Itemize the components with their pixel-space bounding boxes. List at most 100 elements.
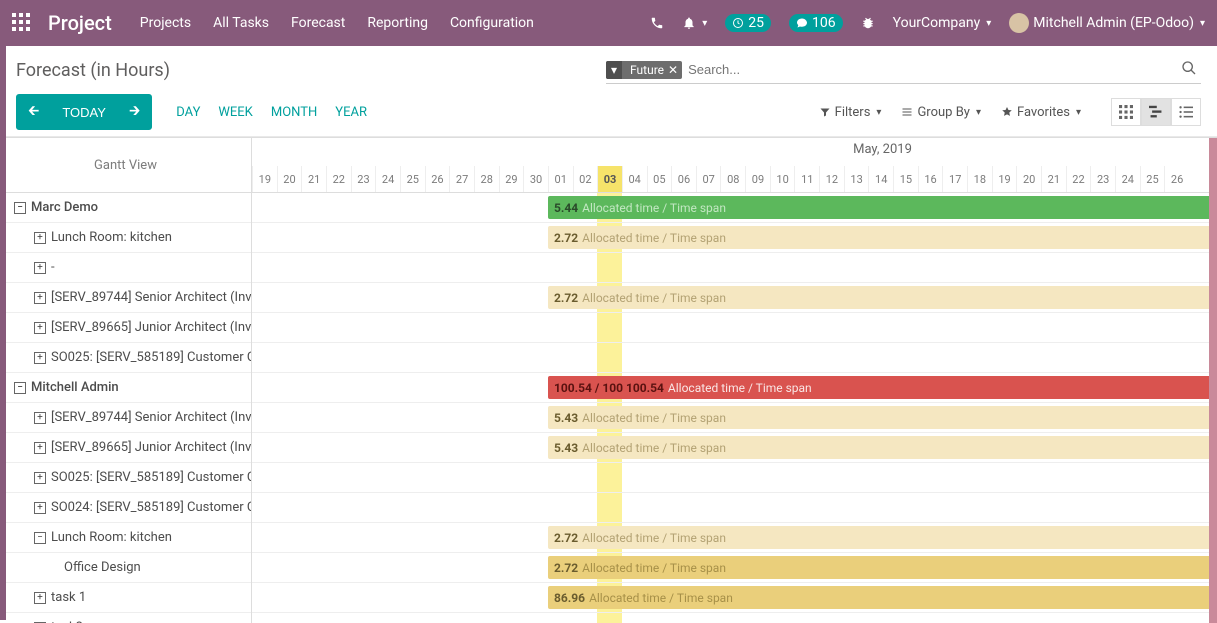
gantt-bar[interactable]: 2.72Allocated time / Time span bbox=[548, 286, 1217, 309]
gantt-row-label[interactable]: −Lunch Room: kitchen bbox=[0, 523, 251, 553]
day-header-cell: 25 bbox=[400, 166, 425, 192]
row-label-text: task 1 bbox=[51, 590, 86, 605]
day-header-cell: 06 bbox=[671, 166, 696, 192]
day-header-cell: 21 bbox=[301, 166, 326, 192]
gantt-row-label[interactable]: +[SERV_89744] Senior Architect (Invoice … bbox=[0, 283, 251, 313]
day-header-cell: 25 bbox=[1140, 166, 1165, 192]
scale-year[interactable]: YEAR bbox=[335, 105, 367, 120]
gantt-bar[interactable]: 2.72Allocated time / Time span bbox=[548, 226, 1217, 249]
gantt-body-row bbox=[252, 463, 1217, 493]
day-header-cell: 10 bbox=[770, 166, 795, 192]
scale-day[interactable]: DAY bbox=[176, 105, 200, 120]
apps-icon[interactable] bbox=[12, 13, 32, 33]
gantt-row-label[interactable]: +Lunch Room: kitchen bbox=[0, 223, 251, 253]
row-label-text: SO024: [SERV_585189] Customer Care (Prep… bbox=[51, 500, 251, 515]
day-header-cell: 14 bbox=[868, 166, 893, 192]
bar-value: 5.43 bbox=[554, 411, 578, 425]
systray: ▾ 25 106 YourCompany▾ Mitchell Admin (EP… bbox=[650, 13, 1205, 33]
menu-configuration[interactable]: Configuration bbox=[450, 15, 534, 31]
phone-icon[interactable] bbox=[650, 16, 664, 30]
gantt-body-row: 100.54 / 100 100.54Allocated time / Time… bbox=[252, 373, 1217, 403]
expand-icon[interactable]: + bbox=[34, 472, 46, 484]
day-header-cell: 08 bbox=[720, 166, 745, 192]
filters-dropdown[interactable]: Filters ▾ bbox=[813, 101, 888, 124]
gantt-bar[interactable]: 5.43Allocated time / Time span bbox=[548, 436, 1217, 459]
gantt-body-row bbox=[252, 313, 1217, 343]
expand-icon[interactable]: + bbox=[34, 442, 46, 454]
expand-icon[interactable]: + bbox=[34, 412, 46, 424]
view-gantt[interactable] bbox=[1141, 98, 1171, 126]
bell-icon[interactable]: ▾ bbox=[682, 16, 707, 30]
gantt-bar[interactable]: 2.72Allocated time / Time span bbox=[548, 526, 1217, 549]
day-header-cell: 30 bbox=[523, 166, 548, 192]
activity-badge[interactable]: 25 bbox=[725, 14, 771, 32]
day-header-cell: 07 bbox=[696, 166, 721, 192]
brand-title[interactable]: Project bbox=[48, 11, 112, 35]
search-input[interactable] bbox=[682, 58, 1177, 81]
gantt-row-label[interactable]: +[SERV_89744] Senior Architect (Invoice … bbox=[0, 403, 251, 433]
expand-icon[interactable]: + bbox=[34, 232, 46, 244]
gantt-row-label[interactable]: +SO025: [SERV_585189] Customer Care (Pre… bbox=[0, 463, 251, 493]
search-filter-chip[interactable]: ▾Future ✕ bbox=[606, 61, 682, 79]
gantt-row-label[interactable]: + SO024: [SERV_585189] Customer Care (Pre… bbox=[0, 493, 251, 523]
scale-week[interactable]: WEEK bbox=[218, 105, 252, 120]
gantt-row-label[interactable]: +[SERV_89665] Junior Architect (Invoice … bbox=[0, 313, 251, 343]
expand-icon[interactable]: + bbox=[34, 352, 46, 364]
favorites-dropdown[interactable]: Favorites ▾ bbox=[995, 101, 1087, 124]
expand-icon[interactable]: + bbox=[34, 262, 46, 274]
gantt-body-row bbox=[252, 613, 1217, 623]
gantt-body-row: 2.72Allocated time / Time span bbox=[252, 523, 1217, 553]
gantt-bar[interactable]: 2.72Allocated time / Time span bbox=[548, 556, 1217, 579]
gantt-row-label[interactable]: + task 1 bbox=[0, 583, 251, 613]
view-list[interactable] bbox=[1171, 98, 1201, 126]
gantt-bar[interactable]: 5.43Allocated time / Time span bbox=[548, 406, 1217, 429]
expand-icon[interactable]: + bbox=[34, 592, 46, 604]
collapse-icon[interactable]: − bbox=[14, 202, 26, 214]
gantt-bar[interactable]: 86.96Allocated time / Time span bbox=[548, 586, 1217, 609]
gantt-row-label[interactable]: +[SERV_89665] Junior Architect (Invoice … bbox=[0, 433, 251, 463]
bar-label: Allocated time / Time span bbox=[582, 231, 726, 245]
menu-projects[interactable]: Projects bbox=[140, 15, 191, 31]
day-header-cell: 18 bbox=[967, 166, 992, 192]
next-button[interactable]: 🡲 bbox=[117, 94, 152, 130]
gantt-row-label[interactable]: +- bbox=[0, 253, 251, 283]
menu-all-tasks[interactable]: All Tasks bbox=[213, 15, 269, 31]
collapse-icon[interactable]: − bbox=[34, 532, 46, 544]
gantt-body-row bbox=[252, 493, 1217, 523]
gantt-body-row: 5.43Allocated time / Time span bbox=[252, 433, 1217, 463]
expand-icon[interactable]: + bbox=[34, 292, 46, 304]
search-icon[interactable] bbox=[1177, 60, 1201, 80]
bar-label: Allocated time / Time span bbox=[668, 381, 812, 395]
view-kanban[interactable] bbox=[1111, 98, 1141, 126]
expand-icon[interactable]: + bbox=[34, 322, 46, 334]
gantt-bar[interactable]: 100.54 / 100 100.54Allocated time / Time… bbox=[548, 376, 1217, 399]
menu-reporting[interactable]: Reporting bbox=[367, 15, 428, 31]
day-header-cell: 03 bbox=[597, 166, 622, 192]
day-header-cell: 16 bbox=[918, 166, 943, 192]
gantt-row-label[interactable]: +SO025: [SERV_585189] Customer Care (Pre… bbox=[0, 343, 251, 373]
user-menu[interactable]: Mitchell Admin (EP-Odoo)▾ bbox=[1009, 13, 1205, 33]
gantt-row-label[interactable]: +task2 bbox=[0, 613, 251, 623]
today-button[interactable]: TODAY bbox=[51, 94, 117, 130]
day-header-cell: 13 bbox=[844, 166, 869, 192]
messaging-badge[interactable]: 106 bbox=[789, 14, 843, 32]
gantt-timeline[interactable]: May, 2019 192021222324252627282930010203… bbox=[252, 138, 1217, 623]
menu-forecast[interactable]: Forecast bbox=[291, 15, 345, 31]
bar-value: 2.72 bbox=[554, 291, 578, 305]
gantt-row-label[interactable]: Office Design bbox=[0, 553, 251, 583]
day-header-cell: 01 bbox=[548, 166, 573, 192]
company-switcher[interactable]: YourCompany▾ bbox=[893, 15, 992, 31]
collapse-icon[interactable]: − bbox=[14, 382, 26, 394]
bug-icon[interactable] bbox=[861, 16, 875, 30]
groupby-dropdown[interactable]: Group By ▾ bbox=[895, 101, 987, 124]
search-bar[interactable]: ▾Future ✕ bbox=[606, 56, 1201, 84]
gantt-row-label[interactable]: −Mitchell Admin bbox=[0, 373, 251, 403]
bar-label: Allocated time / Time span bbox=[582, 201, 726, 215]
gantt-row-label[interactable]: −Marc Demo bbox=[0, 193, 251, 223]
chip-remove-icon[interactable]: ✕ bbox=[668, 63, 678, 77]
prev-button[interactable]: 🡰 bbox=[16, 94, 51, 130]
expand-icon[interactable]: + bbox=[34, 502, 46, 514]
day-header-cell: 22 bbox=[326, 166, 351, 192]
scale-month[interactable]: MONTH bbox=[271, 105, 317, 120]
gantt-bar[interactable]: 5.44Allocated time / Time span bbox=[548, 196, 1217, 219]
